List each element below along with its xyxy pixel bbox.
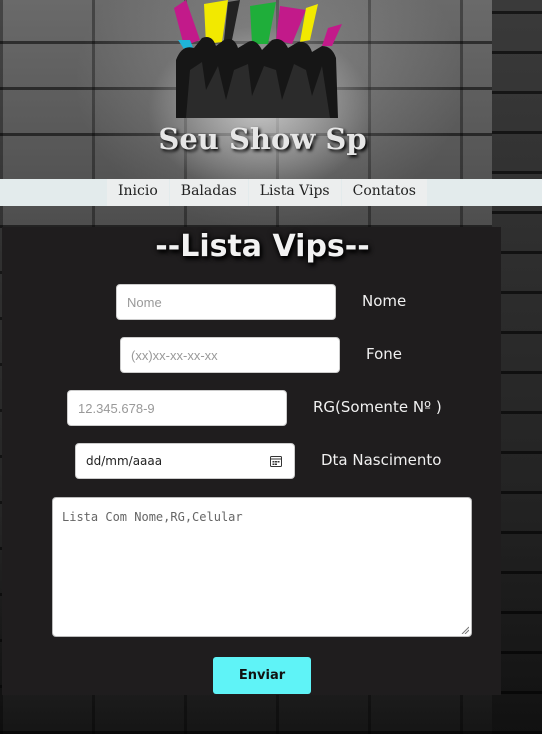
lista-textarea[interactable]: Lista Com Nome,RG,Celular — [52, 497, 472, 637]
nascimento-label: Dta Nascimento — [321, 451, 442, 469]
fone-input[interactable]: (xx)xx-xx-xx-xx — [120, 337, 340, 373]
rg-input[interactable]: 12.345.678-9 — [67, 390, 287, 426]
fone-placeholder: (xx)xx-xx-xx-xx — [131, 347, 218, 363]
nav-item-inicio[interactable]: Inicio — [107, 179, 169, 206]
nav-item-baladas[interactable]: Baladas — [169, 179, 248, 206]
nascimento-date-input[interactable]: dd/mm/aaaa — [75, 443, 295, 479]
form-title: --Lista Vips-- — [155, 229, 370, 264]
rg-placeholder: 12.345.678-9 — [78, 400, 155, 416]
lista-placeholder: Lista Com Nome,RG,Celular — [62, 510, 243, 524]
nome-placeholder: Nome — [127, 294, 162, 310]
rg-label: RG(Somente Nº ) — [313, 398, 442, 416]
enviar-button[interactable]: Enviar — [213, 657, 311, 694]
nav-menu: Inicio Baladas Lista Vips Contatos — [107, 179, 428, 206]
nascimento-value: dd/mm/aaaa — [86, 454, 163, 468]
logo-crowd-icon — [174, 0, 342, 118]
fone-label: Fone — [366, 345, 403, 363]
nav-item-contatos[interactable]: Contatos — [341, 179, 427, 206]
nome-label: Nome — [362, 292, 407, 310]
nav-item-lista-vips[interactable]: Lista Vips — [248, 179, 341, 206]
calendar-icon[interactable] — [270, 455, 282, 467]
resize-handle-icon[interactable] — [461, 626, 469, 634]
site-title: Seu Show Sp — [158, 122, 367, 156]
nome-input[interactable]: Nome — [116, 284, 336, 320]
